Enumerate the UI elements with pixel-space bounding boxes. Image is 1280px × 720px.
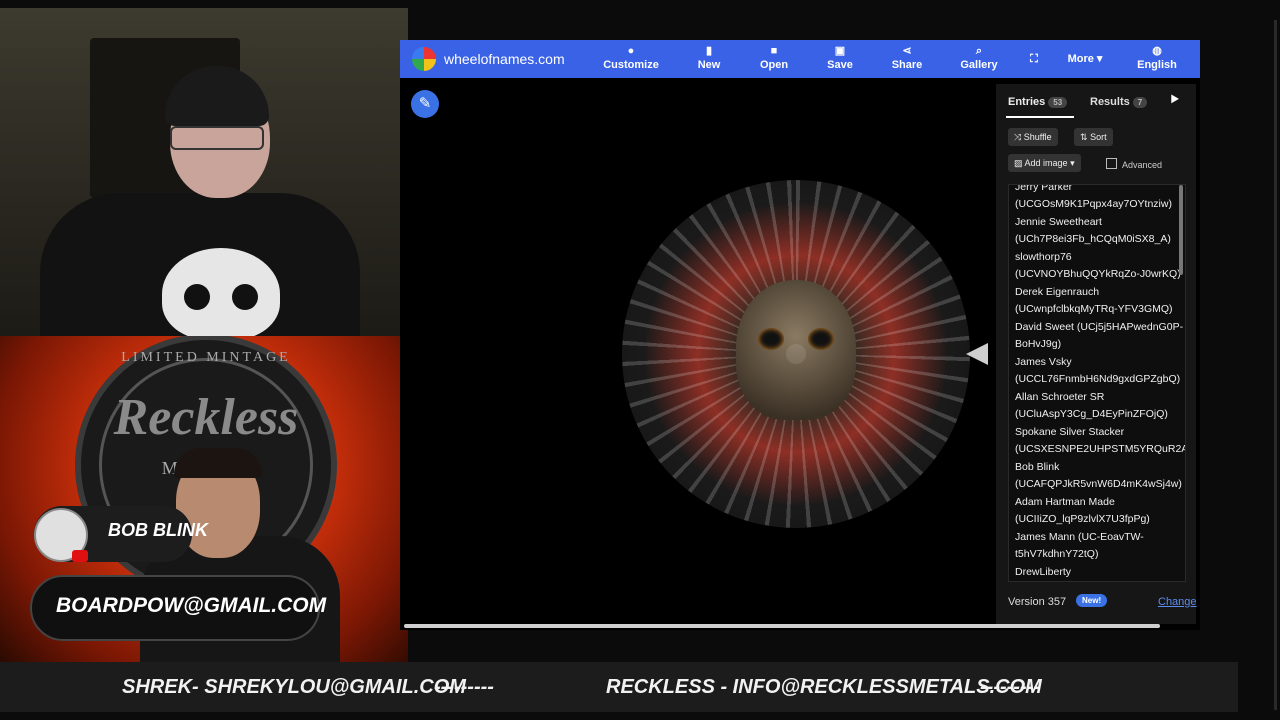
list-item: DrewLiberty (1015, 566, 1072, 578)
host-glasses (170, 126, 264, 150)
folder-icon: ■ (770, 45, 778, 57)
list-item: Jerry Parker (1015, 184, 1073, 193)
open-button[interactable]: ■ Open (739, 42, 809, 76)
share-icon: ⋖ (902, 45, 912, 57)
advanced-checkbox[interactable]: Advanced (1106, 158, 1162, 170)
list-item: Bob Blink (1015, 461, 1060, 473)
guest-name: BOB BLINK (108, 520, 208, 540)
entries-scrollbar[interactable] (1179, 185, 1183, 275)
checkbox-box (1106, 158, 1117, 169)
list-item: slowthorp76 (1015, 251, 1072, 263)
list-item: Adam Hartman Made (1015, 496, 1115, 508)
ticker-separator-left: --------- (434, 676, 494, 698)
collapse-panel-icon[interactable]: ⯈ (1168, 92, 1181, 110)
logo-mintage-text: LIMITED MINTAGE (121, 350, 291, 365)
image-icon: ▨ (1014, 158, 1023, 168)
save-icon: ▣ (834, 45, 846, 57)
list-item: t5hV7kdhnY72tQ) (1015, 548, 1099, 560)
new-badge[interactable]: New! (1076, 594, 1108, 607)
language-button[interactable]: ◍ English (1122, 42, 1192, 76)
host-webcam-video (0, 8, 408, 336)
gallery-button[interactable]: ⌕ Gallery (944, 42, 1014, 76)
list-item: James Vsky (1015, 356, 1072, 368)
add-image-dropdown[interactable]: ▨ Add image ▾ (1008, 154, 1081, 172)
palette-icon: ● (627, 45, 635, 57)
shuffle-button[interactable]: ⤨ Shuffle (1008, 128, 1058, 146)
results-count-badge: 7 (1132, 97, 1148, 108)
chevron-down-icon: ▾ (1096, 53, 1103, 65)
list-item: BoHvJ9g) (1015, 338, 1062, 350)
list-item: (UCGOsM9K1Pqpx4ay7OYtnziw) (1015, 198, 1172, 210)
active-tab-indicator (1006, 116, 1074, 118)
spin-wheel[interactable] (622, 180, 970, 528)
more-menu-button[interactable]: More ▾ (1050, 52, 1120, 86)
file-icon: ▮ (705, 45, 713, 57)
wheel-pointer-icon (966, 343, 988, 365)
ticker-shrek-email: SHREK- SHREKYLOU@GMAIL.COM (122, 676, 466, 698)
list-item: Spokane Silver Stacker (1015, 426, 1125, 438)
search-icon: ⌕ (975, 45, 983, 57)
site-name[interactable]: wheelofnames.com (444, 51, 565, 67)
guest-avatar (34, 508, 88, 562)
guest-hair (174, 448, 262, 478)
list-item: Jennie Sweetheart (1015, 216, 1102, 228)
list-item: David Sweet (UCj5j5HAPwednG0P- (1015, 321, 1184, 333)
list-item: (UCh7P8ei3Fb_hCQqM0iSX8_A) (1015, 233, 1171, 245)
list-item: Allan Schroeter SR (1015, 391, 1105, 403)
tab-entries[interactable]: Entries 53 (1008, 96, 1068, 108)
list-item: Derek Eigenrauch (1015, 286, 1100, 298)
changelog-link[interactable]: Change (1158, 596, 1197, 608)
wheel-hub[interactable] (786, 344, 806, 364)
list-item: (UCIIiZO_lqP9zlvlX7U3fpPg) (1015, 513, 1150, 525)
sort-icon: ⇅ (1080, 132, 1088, 142)
chevron-down-icon: ▾ (1070, 158, 1075, 168)
ticker-separator-right: --------- (980, 676, 1040, 698)
entries-panel: Entries 53 Results 7 ⯈ ⤨ Shuffle ⇅ Sort ▨ … (996, 84, 1197, 624)
globe-icon: ◍ (1152, 45, 1162, 57)
right-edge-strip (1238, 0, 1280, 720)
shirt-skull-graphic (162, 248, 280, 336)
shuffle-icon: ⤨ (1014, 132, 1022, 142)
list-item: (UCSXESNPE2UHPSTM5YRQuR2A) (1015, 443, 1186, 455)
contact-ticker-bar: SHREK- SHREKYLOU@GMAIL.COM --------- REC… (0, 662, 1238, 712)
wheel-logo-icon[interactable] (412, 47, 436, 71)
sort-button[interactable]: ⇅ Sort (1074, 128, 1113, 146)
edit-pencil-button[interactable]: ✎ (411, 90, 439, 118)
youtube-icon (72, 550, 88, 562)
logo-reckless-text: Reckless (113, 389, 299, 446)
site-toolbar: wheelofnames.com ● Customize ▮ New ■ Open ▣… (400, 40, 1200, 78)
list-item: (UCVNOYBhuQQYkRqZo-J0wrKQ) (1015, 268, 1181, 280)
share-button[interactable]: ⋖ Share (872, 42, 942, 76)
list-item: (UCluAspY3Cg_D4EyPinZFOjQ) (1015, 408, 1168, 420)
ticker-reckless-email: RECKLESS - INFO@RECKLESSMETALS.COM (606, 676, 1042, 698)
horizontal-scrollbar[interactable] (404, 624, 1160, 628)
new-button[interactable]: ▮ New (674, 42, 744, 76)
save-button[interactable]: ▣ Save (805, 42, 875, 76)
pencil-icon: ✎ (418, 95, 432, 112)
entries-count-badge: 53 (1048, 97, 1068, 108)
entries-textarea[interactable]: Jerry Parker (UCGOsM9K1Pqpx4ay7OYtnziw) … (1008, 184, 1186, 582)
customize-button[interactable]: ● Customize (596, 42, 666, 76)
list-item: (UCAFQPJkR5vnW6D4mK4wSj4w) (1015, 478, 1182, 490)
list-item: James Mann (UC-EoavTW- (1015, 531, 1144, 543)
browser-window: wheelofnames.com ● Customize ▮ New ■ Open ▣… (400, 40, 1200, 630)
version-label: Version 357 (1008, 596, 1067, 608)
tab-results[interactable]: Results 7 (1090, 96, 1148, 108)
list-item: (UCCL76FnmbH6Nd9gxdGPZgbQ) (1015, 373, 1181, 385)
guest-email: BOARDPOW@GMAIL.COM (56, 594, 327, 617)
list-item: (UCwnpfclbkqMyTRq-YFV3GMQ) (1015, 303, 1173, 315)
